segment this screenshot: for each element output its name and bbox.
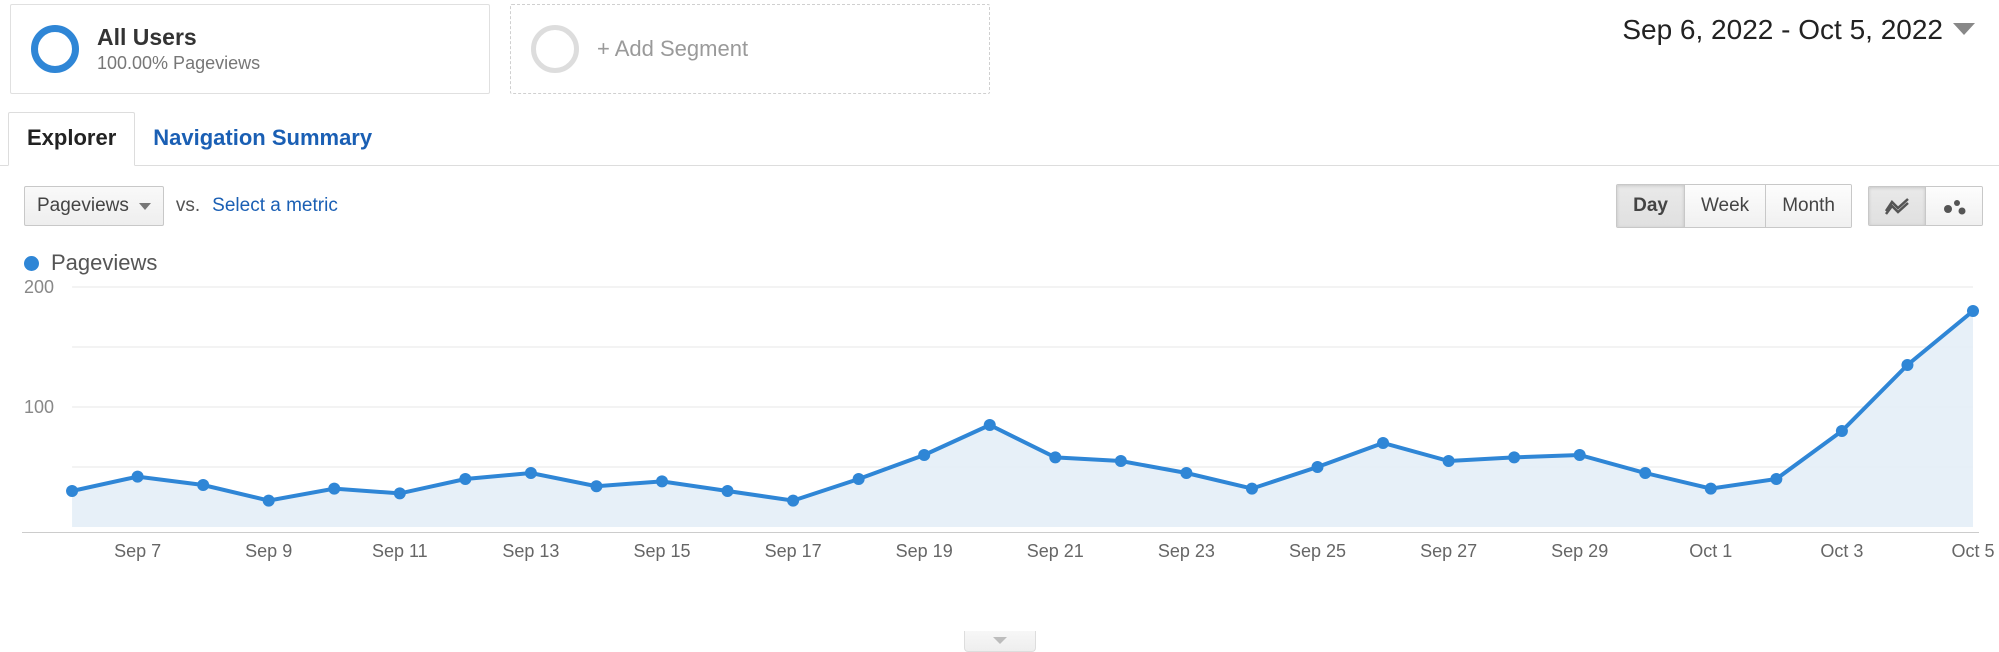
segment-subtitle: 100.00% Pageviews bbox=[97, 53, 260, 74]
x-axis-labels: Sep 7 Sep 9 Sep 11 Sep 13 Sep 15 Sep 17 Sep 19… bbox=[22, 532, 1979, 563]
granularity-day-label: Day bbox=[1633, 195, 1668, 217]
add-segment-button[interactable]: + Add Segment bbox=[510, 4, 990, 94]
date-range-label: Sep 6, 2022 - Oct 5, 2022 bbox=[1622, 14, 1943, 46]
x-tick-label: Sep 9 bbox=[245, 541, 292, 562]
x-tick-label: Sep 21 bbox=[1027, 541, 1084, 562]
x-tick-label: Oct 3 bbox=[1820, 541, 1863, 562]
x-tick-label: Sep 19 bbox=[896, 541, 953, 562]
x-tick-label: Sep 23 bbox=[1158, 541, 1215, 562]
granularity-day[interactable]: Day bbox=[1617, 185, 1685, 227]
tab-nav-summary-label: Navigation Summary bbox=[153, 125, 372, 150]
add-segment-circle-icon bbox=[531, 25, 579, 73]
primary-metric-dropdown[interactable]: Pageviews bbox=[24, 186, 164, 226]
granularity-week[interactable]: Week bbox=[1685, 185, 1766, 227]
tab-explorer[interactable]: Explorer bbox=[8, 112, 135, 166]
tab-explorer-label: Explorer bbox=[27, 125, 116, 150]
tab-navigation-summary[interactable]: Navigation Summary bbox=[135, 113, 390, 165]
controls-row: Pageviews vs. Select a metric Day Week M… bbox=[0, 166, 1999, 236]
resize-handle[interactable] bbox=[964, 631, 1036, 652]
granularity-group: Day Week Month bbox=[1616, 184, 1852, 228]
segment-text: All Users 100.00% Pageviews bbox=[97, 24, 260, 75]
caret-down-icon bbox=[993, 632, 1007, 650]
x-tick-label: Sep 11 bbox=[372, 541, 428, 562]
segment-circle-icon bbox=[31, 25, 79, 73]
legend-dot-icon bbox=[24, 256, 39, 271]
motion-chart-icon bbox=[1942, 197, 1966, 215]
x-tick-label: Oct 1 bbox=[1689, 541, 1732, 562]
chart-plot[interactable] bbox=[22, 282, 1979, 532]
line-chart-icon bbox=[1885, 197, 1909, 215]
granularity-week-label: Week bbox=[1701, 195, 1749, 217]
granularity-month-label: Month bbox=[1782, 195, 1835, 217]
x-tick-label: Sep 27 bbox=[1420, 541, 1477, 562]
x-tick-label: Sep 13 bbox=[502, 541, 559, 562]
x-tick-label: Sep 7 bbox=[114, 541, 161, 562]
top-row: All Users 100.00% Pageviews + Add Segmen… bbox=[0, 0, 1999, 94]
granularity-month[interactable]: Month bbox=[1766, 185, 1851, 227]
chart-legend: Pageviews bbox=[0, 236, 1999, 282]
tabs: Explorer Navigation Summary bbox=[0, 112, 1999, 166]
caret-down-icon bbox=[1953, 23, 1975, 37]
vs-label: vs. bbox=[176, 195, 200, 217]
segment-title: All Users bbox=[97, 24, 260, 52]
chart-type-line[interactable] bbox=[1869, 187, 1926, 225]
analytics-explorer: { "segments": { "primary": { "title": "A… bbox=[0, 0, 1999, 652]
secondary-metric-link[interactable]: Select a metric bbox=[212, 195, 338, 217]
x-tick-label: Sep 25 bbox=[1289, 541, 1346, 562]
x-tick-label: Sep 17 bbox=[765, 541, 822, 562]
controls-right: Day Week Month bbox=[1616, 184, 1983, 228]
chart: 100200 Sep 7Sep 9Sep 11Sep 13Sep 15Sep 1… bbox=[22, 282, 1979, 563]
primary-metric-label: Pageviews bbox=[37, 195, 129, 217]
add-segment-label: + Add Segment bbox=[597, 36, 748, 62]
x-tick-label: Sep 15 bbox=[633, 541, 690, 562]
segment-all-users[interactable]: All Users 100.00% Pageviews bbox=[10, 4, 490, 94]
legend-series-label: Pageviews bbox=[51, 250, 157, 276]
chart-type-motion[interactable] bbox=[1926, 187, 1982, 225]
caret-down-icon bbox=[139, 203, 151, 210]
x-tick-label: Oct 5 bbox=[1951, 541, 1994, 562]
date-range-picker[interactable]: Sep 6, 2022 - Oct 5, 2022 bbox=[1622, 4, 1989, 46]
chart-type-group bbox=[1868, 186, 1983, 226]
x-tick-label: Sep 29 bbox=[1551, 541, 1608, 562]
